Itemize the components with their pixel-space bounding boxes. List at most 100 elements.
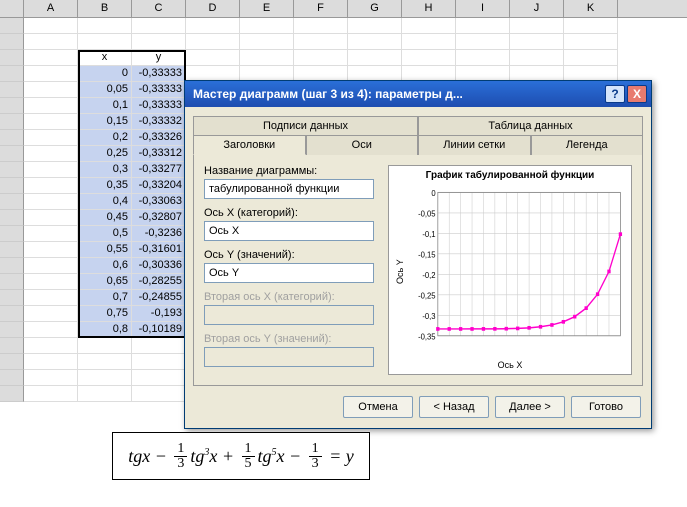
- row-header[interactable]: [0, 114, 24, 130]
- tab-1-top[interactable]: Таблица данных: [418, 116, 643, 135]
- cell[interactable]: [510, 34, 564, 50]
- cell[interactable]: 0,25: [78, 146, 132, 162]
- cell[interactable]: [186, 18, 240, 34]
- cell[interactable]: [240, 34, 294, 50]
- cell[interactable]: [78, 18, 132, 34]
- cell[interactable]: 0,2: [78, 130, 132, 146]
- column-header-B[interactable]: B: [78, 0, 132, 17]
- cell[interactable]: [456, 50, 510, 66]
- cell[interactable]: 0,75: [78, 306, 132, 322]
- cell[interactable]: [24, 130, 78, 146]
- cell[interactable]: [132, 354, 186, 370]
- cell[interactable]: [78, 386, 132, 402]
- cell[interactable]: [294, 34, 348, 50]
- cell[interactable]: -0,24855: [132, 290, 186, 306]
- column-header-J[interactable]: J: [510, 0, 564, 17]
- cell[interactable]: -0,33332: [132, 114, 186, 130]
- cell[interactable]: 0,35: [78, 178, 132, 194]
- row-header[interactable]: [0, 82, 24, 98]
- row-header[interactable]: [0, 386, 24, 402]
- column-header-H[interactable]: H: [402, 0, 456, 17]
- cell[interactable]: [24, 338, 78, 354]
- cell[interactable]: 0,05: [78, 82, 132, 98]
- cell[interactable]: -0,31601: [132, 242, 186, 258]
- cell[interactable]: [78, 338, 132, 354]
- row-header[interactable]: [0, 322, 24, 338]
- cell[interactable]: [24, 82, 78, 98]
- row-header[interactable]: [0, 210, 24, 226]
- cell[interactable]: -0,32807: [132, 210, 186, 226]
- finish-button[interactable]: Готово: [571, 396, 641, 418]
- row-header[interactable]: [0, 146, 24, 162]
- row-header[interactable]: [0, 18, 24, 34]
- cell[interactable]: [24, 114, 78, 130]
- row-header[interactable]: [0, 274, 24, 290]
- cell[interactable]: [24, 210, 78, 226]
- cell[interactable]: [294, 50, 348, 66]
- cell[interactable]: [24, 226, 78, 242]
- cell[interactable]: [78, 370, 132, 386]
- select-all-corner[interactable]: [0, 0, 24, 17]
- close-button[interactable]: X: [627, 85, 647, 103]
- cell[interactable]: [24, 242, 78, 258]
- input-chart-name[interactable]: [204, 179, 374, 199]
- cell[interactable]: [24, 306, 78, 322]
- cell[interactable]: -0,33204: [132, 178, 186, 194]
- cell[interactable]: [456, 18, 510, 34]
- cell[interactable]: [24, 370, 78, 386]
- cell[interactable]: -0,33063: [132, 194, 186, 210]
- cell[interactable]: [294, 18, 348, 34]
- cell[interactable]: [240, 50, 294, 66]
- cell[interactable]: [24, 274, 78, 290]
- input-x-axis[interactable]: [204, 221, 374, 241]
- cell[interactable]: x: [78, 50, 132, 66]
- cell[interactable]: -0,33333: [132, 98, 186, 114]
- column-header-C[interactable]: C: [132, 0, 186, 17]
- cell[interactable]: [132, 370, 186, 386]
- cell[interactable]: [24, 162, 78, 178]
- row-header[interactable]: [0, 306, 24, 322]
- cell[interactable]: [132, 338, 186, 354]
- row-header[interactable]: [0, 354, 24, 370]
- cell[interactable]: [402, 50, 456, 66]
- cell[interactable]: [24, 34, 78, 50]
- cell[interactable]: [24, 322, 78, 338]
- row-header[interactable]: [0, 98, 24, 114]
- row-header[interactable]: [0, 162, 24, 178]
- cell[interactable]: 0,65: [78, 274, 132, 290]
- cell[interactable]: 0,6: [78, 258, 132, 274]
- next-button[interactable]: Далее >: [495, 396, 565, 418]
- tab-2-bot[interactable]: Линии сетки: [418, 135, 531, 155]
- input-y-axis[interactable]: [204, 263, 374, 283]
- cell[interactable]: [348, 50, 402, 66]
- cell[interactable]: -0,30336: [132, 258, 186, 274]
- cell[interactable]: -0,33326: [132, 130, 186, 146]
- cell[interactable]: [456, 34, 510, 50]
- cell[interactable]: [24, 178, 78, 194]
- row-header[interactable]: [0, 370, 24, 386]
- cell[interactable]: [24, 146, 78, 162]
- cell[interactable]: 0,15: [78, 114, 132, 130]
- cell[interactable]: -0,33312: [132, 146, 186, 162]
- tab-1-bot[interactable]: Оси: [306, 135, 419, 155]
- row-header[interactable]: [0, 130, 24, 146]
- cell[interactable]: [240, 18, 294, 34]
- cell[interactable]: [510, 18, 564, 34]
- cell[interactable]: -0,10189: [132, 322, 186, 338]
- cell[interactable]: [348, 18, 402, 34]
- cell[interactable]: [564, 34, 618, 50]
- dialog-titlebar[interactable]: Мастер диаграмм (шаг 3 из 4): параметры …: [185, 81, 651, 107]
- cell[interactable]: [132, 386, 186, 402]
- cell[interactable]: [402, 18, 456, 34]
- cell[interactable]: [564, 18, 618, 34]
- cell[interactable]: [24, 98, 78, 114]
- cell[interactable]: -0,33277: [132, 162, 186, 178]
- cell[interactable]: 0,3: [78, 162, 132, 178]
- back-button[interactable]: < Назад: [419, 396, 489, 418]
- row-header[interactable]: [0, 50, 24, 66]
- cell[interactable]: -0,28255: [132, 274, 186, 290]
- tab-0-top[interactable]: Подписи данных: [193, 116, 418, 135]
- column-header-E[interactable]: E: [240, 0, 294, 17]
- cell[interactable]: [132, 34, 186, 50]
- column-header-I[interactable]: I: [456, 0, 510, 17]
